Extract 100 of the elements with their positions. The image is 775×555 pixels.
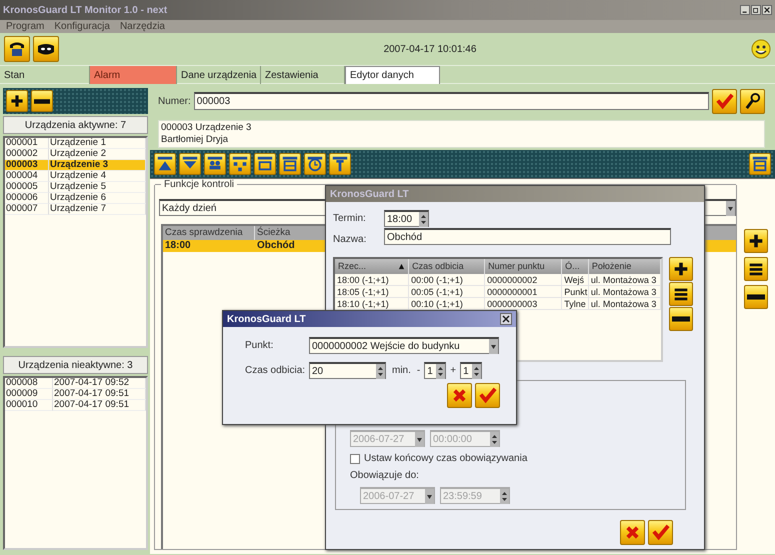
- toolbar-button[interactable]: [329, 153, 351, 175]
- toolbar-button[interactable]: [749, 153, 771, 175]
- column-header[interactable]: Czas odbicia: [409, 259, 486, 274]
- table-cell: 18:10 (-1;+1): [335, 298, 410, 309]
- time-field[interactable]: 18:00: [384, 210, 429, 227]
- field-label: Nazwa:: [333, 234, 368, 245]
- field-label: Numer:: [158, 96, 191, 106]
- smiley-icon: [751, 39, 771, 59]
- menu-item[interactable]: Program: [6, 21, 44, 32]
- toolbar-button[interactable]: [254, 153, 276, 175]
- column-header[interactable]: Położenie: [588, 259, 661, 274]
- time-field[interactable]: 20: [309, 362, 386, 379]
- sort-icon: [398, 263, 406, 270]
- device-row[interactable]: 000005 Urządzenie 5: [5, 182, 146, 193]
- column-header[interactable]: Numer punktu: [485, 259, 562, 274]
- table-cell: ul. Montażowa 3: [588, 298, 661, 309]
- checkmark-button[interactable]: [648, 520, 673, 545]
- field-label: Termin:: [333, 213, 367, 224]
- device-row[interactable]: 000006 Urządzenie 6: [5, 193, 146, 204]
- device-row[interactable]: 000007 Urządzenie 7: [5, 204, 146, 215]
- toolbar-button[interactable]: [154, 153, 176, 175]
- device-row[interactable]: 000008 2007-04-17 09:52: [5, 378, 146, 389]
- tab[interactable]: Edytor danych: [345, 66, 440, 84]
- minus-button[interactable]: [669, 307, 693, 331]
- table-row[interactable]: 18:05 (-1;+1) 00:05 (-1;+1) 0000000001 Punkt ul. Montażowa 3: [335, 286, 661, 298]
- field-label: Obowiązuje do:: [350, 470, 420, 481]
- checkmark-icon: [478, 386, 497, 405]
- toolbar-button[interactable]: [204, 153, 226, 175]
- plus-button[interactable]: [6, 90, 28, 112]
- window-title: KronosGuard LT Monitor 1.0 - next: [3, 4, 168, 16]
- info-line: 000003 Urządzenie 3: [161, 122, 252, 134]
- number-field[interactable]: 000003: [194, 92, 709, 110]
- device-id: 000001: [5, 138, 49, 149]
- device-row[interactable]: 000003 Urządzenie 3: [5, 160, 146, 171]
- minimize-icon[interactable]: [740, 5, 750, 15]
- list-button[interactable]: [744, 257, 768, 281]
- menu-item[interactable]: Konfiguracja: [54, 21, 110, 32]
- mask-button[interactable]: [33, 36, 59, 62]
- search-button[interactable]: [740, 88, 765, 114]
- close-icon[interactable]: [762, 5, 772, 15]
- table-cell: ul. Montażowa 3: [588, 286, 661, 297]
- table-cell: 0000000003: [485, 298, 562, 309]
- device-row[interactable]: 000010 2007-04-17 09:51: [5, 400, 146, 411]
- table-cell: Punkt: [562, 286, 589, 297]
- unit-label: min.: [392, 365, 411, 376]
- list-header: Urządzenia aktywne: 7: [3, 116, 148, 134]
- device-row[interactable]: 000004 Urządzenie 4: [5, 171, 146, 182]
- device-id: 000008: [5, 378, 53, 389]
- table-cell: 00:05 (-1;+1): [409, 286, 486, 297]
- close-icon[interactable]: [500, 313, 512, 325]
- device-time: 2007-04-17 09:51: [53, 389, 146, 400]
- info-line: Bartłomiej Dryja: [161, 134, 230, 146]
- toolbar-button[interactable]: [304, 153, 326, 175]
- field-label: Punkt:: [245, 340, 274, 351]
- column-header[interactable]: Rzec...: [335, 259, 410, 274]
- minus-button[interactable]: [31, 90, 53, 112]
- spin-arrows-icon: [419, 212, 428, 226]
- plus-button[interactable]: [744, 229, 768, 253]
- date-time: 2007-04-17 10:01:46: [382, 44, 478, 54]
- checkmark-button[interactable]: [475, 383, 500, 408]
- toolbar-button[interactable]: [279, 153, 301, 175]
- device-row[interactable]: 000009 2007-04-17 09:51: [5, 389, 146, 400]
- tolerance-field[interactable]: 1: [460, 362, 482, 379]
- name-field[interactable]: Obchód: [384, 228, 671, 245]
- checkbox[interactable]: [350, 454, 360, 464]
- menu-item[interactable]: Narzędzia: [120, 21, 165, 32]
- toolbar-button[interactable]: [229, 153, 251, 175]
- device-id: 000003: [5, 160, 49, 171]
- spin-arrows-icon: [490, 432, 499, 446]
- search-icon: [743, 92, 762, 110]
- device-id: 000004: [5, 171, 49, 182]
- frame-icon: [751, 155, 769, 173]
- restore-icon[interactable]: [751, 5, 761, 15]
- cross-button[interactable]: [447, 383, 472, 408]
- list-button[interactable]: [669, 282, 693, 306]
- pin-icon: [331, 155, 349, 173]
- device-id: 000005: [5, 182, 49, 193]
- device-row[interactable]: 000001 Urządzenie 1: [5, 138, 146, 149]
- plus-button[interactable]: [669, 257, 693, 281]
- table-cell: 0000000001: [485, 286, 562, 297]
- tab[interactable]: Alarm: [90, 66, 177, 84]
- spin-arrows-icon: [500, 488, 509, 504]
- checkmark-button[interactable]: [712, 88, 737, 114]
- minus-icon: [747, 293, 765, 301]
- phone-button[interactable]: [4, 36, 30, 62]
- device-name: Urządzenie 1: [49, 138, 146, 149]
- table-row[interactable]: 18:00 (-1;+1) 00:00 (-1;+1) 0000000002 Wejś ul. Montażowa 3: [335, 274, 661, 286]
- tolerance-field[interactable]: 1: [424, 362, 446, 379]
- cross-button[interactable]: [620, 520, 645, 545]
- point-dropdown[interactable]: 0000000002 Wejście do budynku: [309, 337, 499, 354]
- minus-button[interactable]: [744, 285, 768, 309]
- device-id: 000009: [5, 389, 53, 400]
- device-name: Urządzenie 4: [49, 171, 146, 182]
- toolbar-button[interactable]: [179, 153, 201, 175]
- tab[interactable]: Dane urządzenia: [177, 66, 261, 84]
- column-header[interactable]: Ó...: [562, 259, 589, 274]
- checkmark-icon: [651, 523, 670, 542]
- device-time: 2007-04-17 09:52: [53, 378, 146, 389]
- device-name: Urządzenie 3: [49, 160, 146, 171]
- table-cell: 00:00 (-1;+1): [409, 274, 486, 285]
